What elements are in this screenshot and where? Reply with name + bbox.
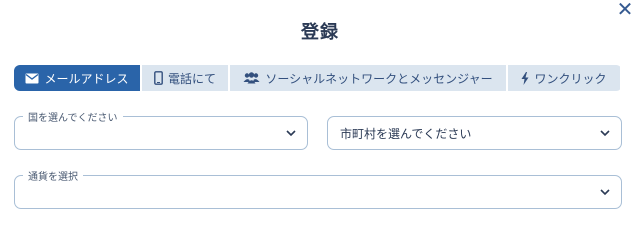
tab-email-label: メールアドレス: [44, 71, 129, 86]
registration-method-tabs: メールアドレス 電話にて ソーシャルネットワークとメッセンジャー ワンクリック: [14, 65, 622, 91]
users-icon: [243, 72, 260, 84]
country-select[interactable]: 国を選んでください: [14, 109, 308, 150]
city-select[interactable]: 市町村を選んでください: [327, 116, 622, 150]
envelope-icon: [25, 73, 39, 83]
tab-email[interactable]: メールアドレス: [14, 65, 140, 91]
close-icon[interactable]: ✕: [616, 0, 634, 19]
city-select-value: 市町村を選んでください: [340, 126, 472, 141]
currency-select-legend: 通貨を選択: [23, 168, 83, 183]
dialog-title: 登録: [301, 22, 339, 43]
tab-one-click[interactable]: ワンクリック: [508, 65, 620, 91]
currency-select[interactable]: 通貨を選択: [14, 168, 622, 209]
tab-social[interactable]: ソーシャルネットワークとメッセンジャー: [230, 65, 506, 91]
chevron-down-icon: [286, 130, 296, 137]
tab-phone[interactable]: 電話にて: [142, 65, 228, 91]
tab-phone-label: 電話にて: [167, 71, 216, 86]
tab-social-label: ソーシャルネットワークとメッセンジャー: [265, 71, 493, 86]
lightning-icon: [521, 71, 529, 85]
tab-one-click-label: ワンクリック: [534, 71, 607, 86]
country-select-legend: 国を選んでください: [23, 109, 123, 124]
chevron-down-icon: [600, 189, 610, 196]
chevron-down-icon: [600, 130, 610, 137]
phone-icon: [154, 71, 163, 85]
